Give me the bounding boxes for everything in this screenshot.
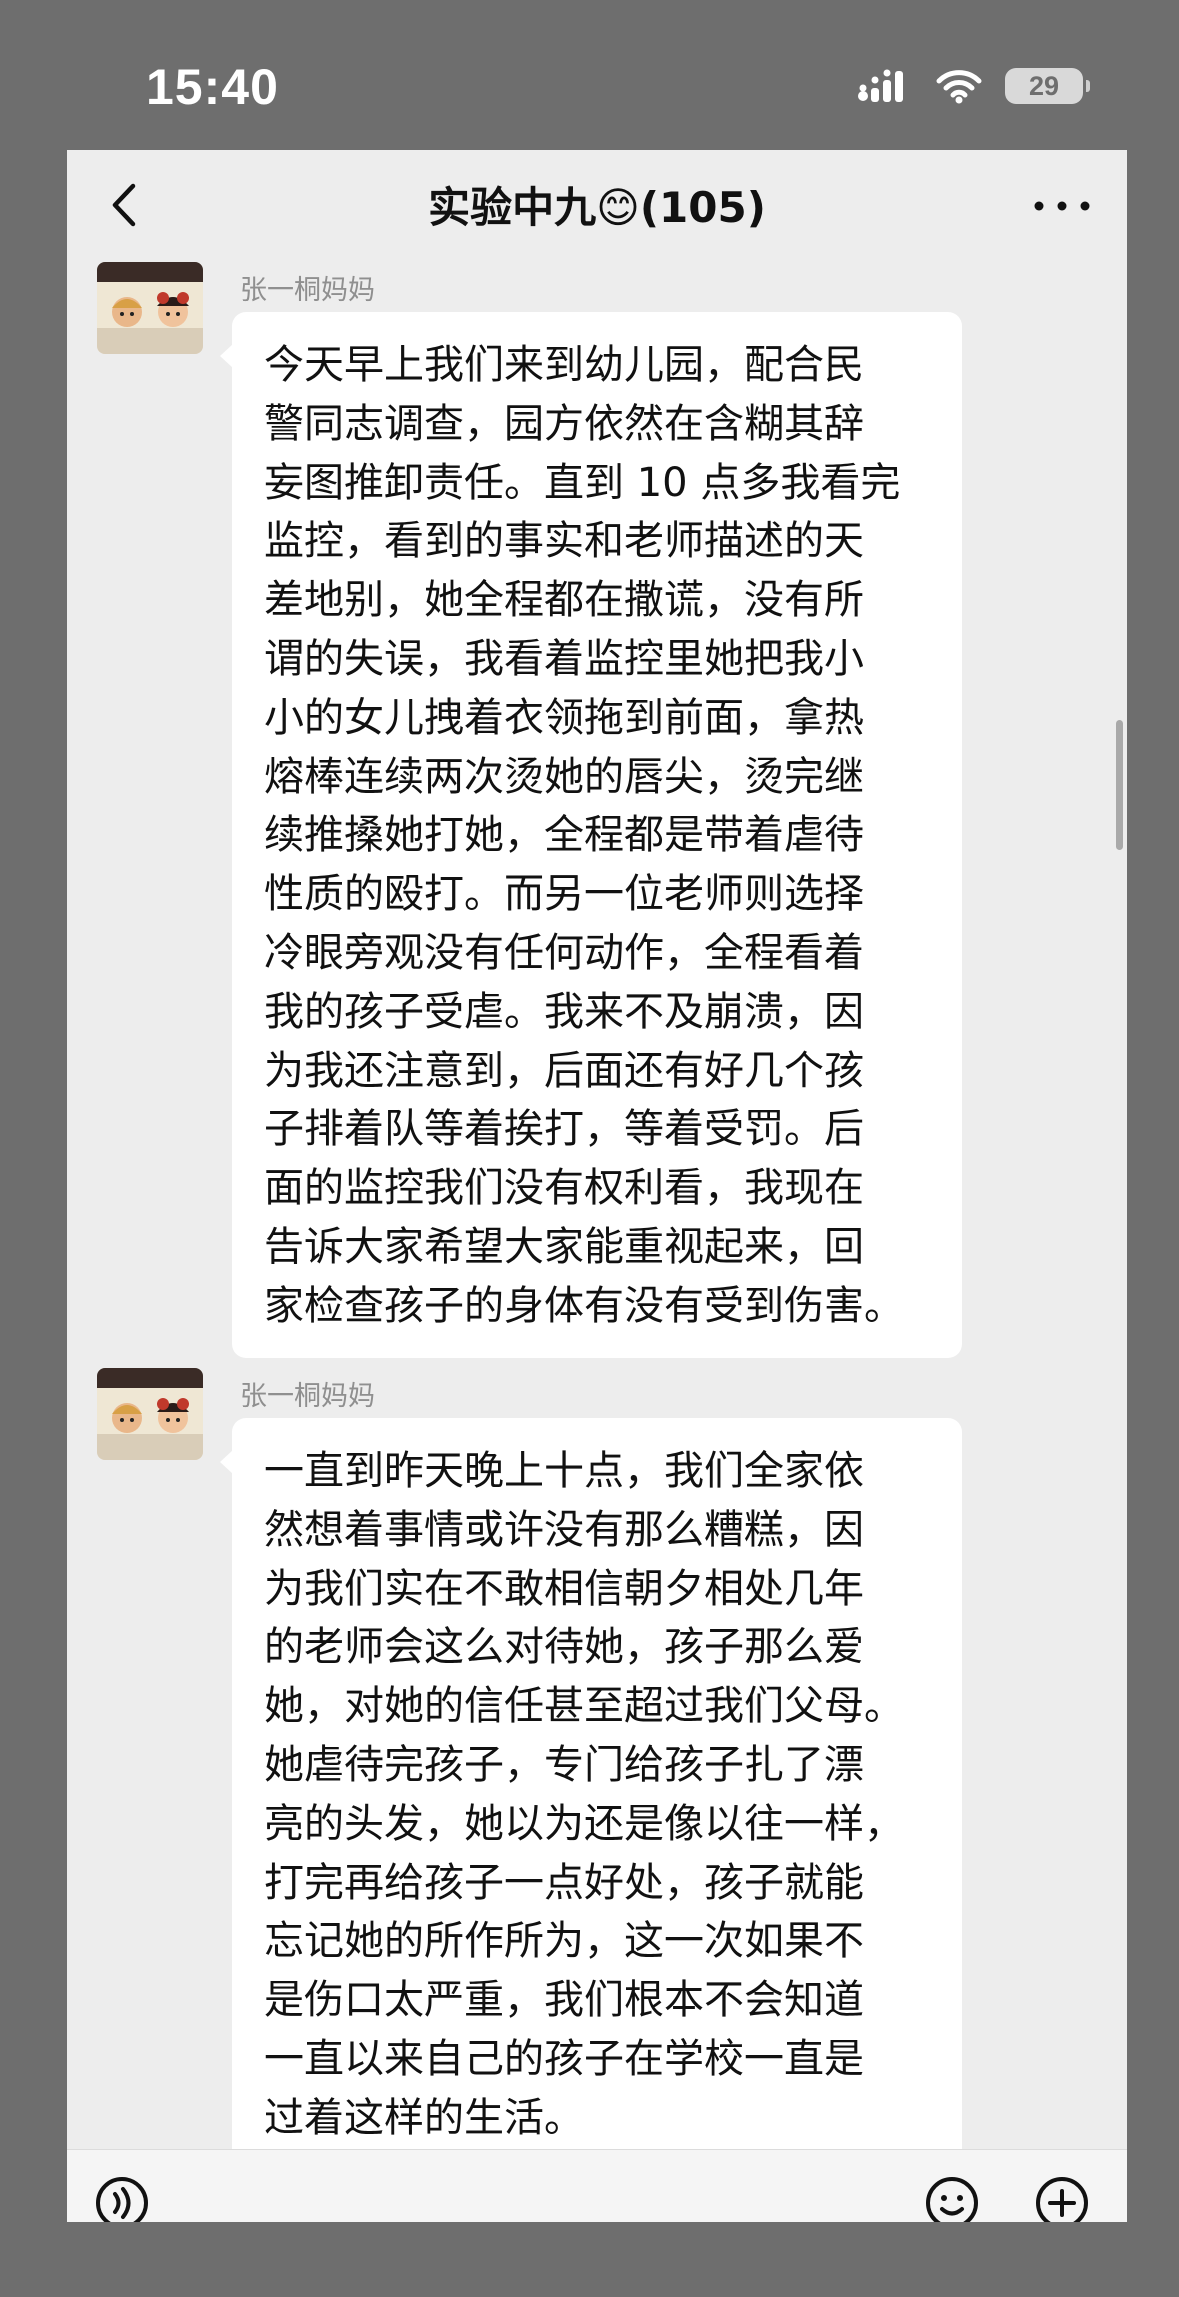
message-line: 亮的头发，她以为还是像以往一样， — [264, 1800, 904, 1847]
message-line: 差地别，她全程都在撒谎，没有所 — [264, 577, 864, 624]
scrollbar[interactable] — [1116, 720, 1123, 850]
message-line: 打完再给孩子一点好处，孩子就能 — [264, 1859, 864, 1906]
battery-level: 29 — [1028, 70, 1060, 101]
battery-icon: 29 — [1005, 68, 1090, 104]
message-line: 谓的失误，我看着监控里她把我小 — [264, 635, 864, 682]
message-bubble[interactable]: 一直到昨天晚上十点，我们全家依 然想着事情或许没有那么糟糕，因 为我们实在不敢相… — [220, 1418, 962, 2170]
message-line: 的老师会这么对待她，孩子那么爱 — [264, 1624, 864, 1671]
message-line: 小的女儿拽着衣领拖到前面，拿热 — [264, 694, 864, 741]
more-icon[interactable] — [1031, 186, 1093, 226]
message-line: 为我还注意到，后面还有好几个孩 — [264, 1047, 864, 1094]
message-line: 警同志调查，园方依然在含糊其辞 — [264, 400, 864, 447]
message-line: 性质的殴打。而另一位老师则选择 — [264, 871, 864, 918]
message-line: 一直以来自己的孩子在学校一直是 — [264, 2035, 864, 2082]
chat-header: 实验中九😊(105) — [67, 150, 1127, 260]
plus-icon[interactable] — [1035, 2176, 1089, 2222]
status-time: 15:40 — [146, 59, 279, 115]
message-line: 冷眼旁观没有任何动作，全程看着 — [264, 929, 864, 976]
status-icons: 29 — [857, 64, 1090, 108]
message-line: 熔棒连续两次烫她的唇尖，烫完继 — [264, 753, 864, 800]
message-line: 续推搡她打她，全程都是带着虐待 — [264, 812, 864, 859]
message-line: 一直到昨天晚上十点，我们全家依 — [264, 1448, 864, 1494]
message-line: 子排着队等着挨打，等着受罚。后 — [264, 1106, 864, 1153]
message-line: 为我们实在不敢相信朝夕相处几年 — [264, 1565, 864, 1612]
message-line: 过着这样的生活。 — [264, 2094, 584, 2141]
message-line: 我的孩子受虐。我来不及崩溃，因 — [264, 988, 864, 1035]
chat-screen: 实验中九😊(105) 张一桐妈妈 今天早上我们来到幼儿园，配合民 警同志调查，园… — [67, 150, 1127, 2222]
message-line: 面的监控我们没有权利看，我现在 — [264, 1165, 864, 1212]
message-line: 是伤口太严重，我们根本不会知道 — [264, 1977, 864, 2024]
chat-title: 实验中九😊(105) — [428, 183, 766, 232]
message-line: 告诉大家希望大家能重视起来，回 — [264, 1223, 864, 1270]
emoji-icon[interactable] — [925, 2176, 979, 2222]
avatar[interactable] — [97, 1368, 203, 1460]
avatar[interactable] — [97, 262, 203, 354]
sender-name: 张一桐妈妈 — [240, 1381, 375, 1412]
message-line: 今天早上我们来到幼儿园，配合民 — [264, 342, 864, 388]
input-bar — [67, 2149, 1127, 2222]
message-line: 她，对她的信任甚至超过我们父母。 — [264, 1683, 904, 1730]
message-line: 然想着事情或许没有那么糟糕，因 — [264, 1506, 864, 1553]
message-line: 妄图推卸责任。直到 10 点多我看完 — [264, 459, 901, 506]
message-line: 忘记她的所作所为，这一次如果不 — [264, 1918, 864, 1965]
sender-name: 张一桐妈妈 — [240, 275, 375, 306]
voice-icon[interactable] — [95, 2176, 149, 2222]
message-line: 监控，看到的事实和老师描述的天 — [264, 518, 864, 565]
message-bubble[interactable]: 今天早上我们来到幼儿园，配合民 警同志调查，园方依然在含糊其辞 妄图推卸责任。直… — [220, 312, 962, 1358]
message-line: 家检查孩子的身体有没有受到伤害。 — [264, 1282, 904, 1329]
wifi-icon — [936, 70, 982, 104]
message-line: 她虐待完孩子，专门给孩子扎了漂 — [264, 1741, 864, 1788]
signal-icon — [858, 69, 903, 102]
